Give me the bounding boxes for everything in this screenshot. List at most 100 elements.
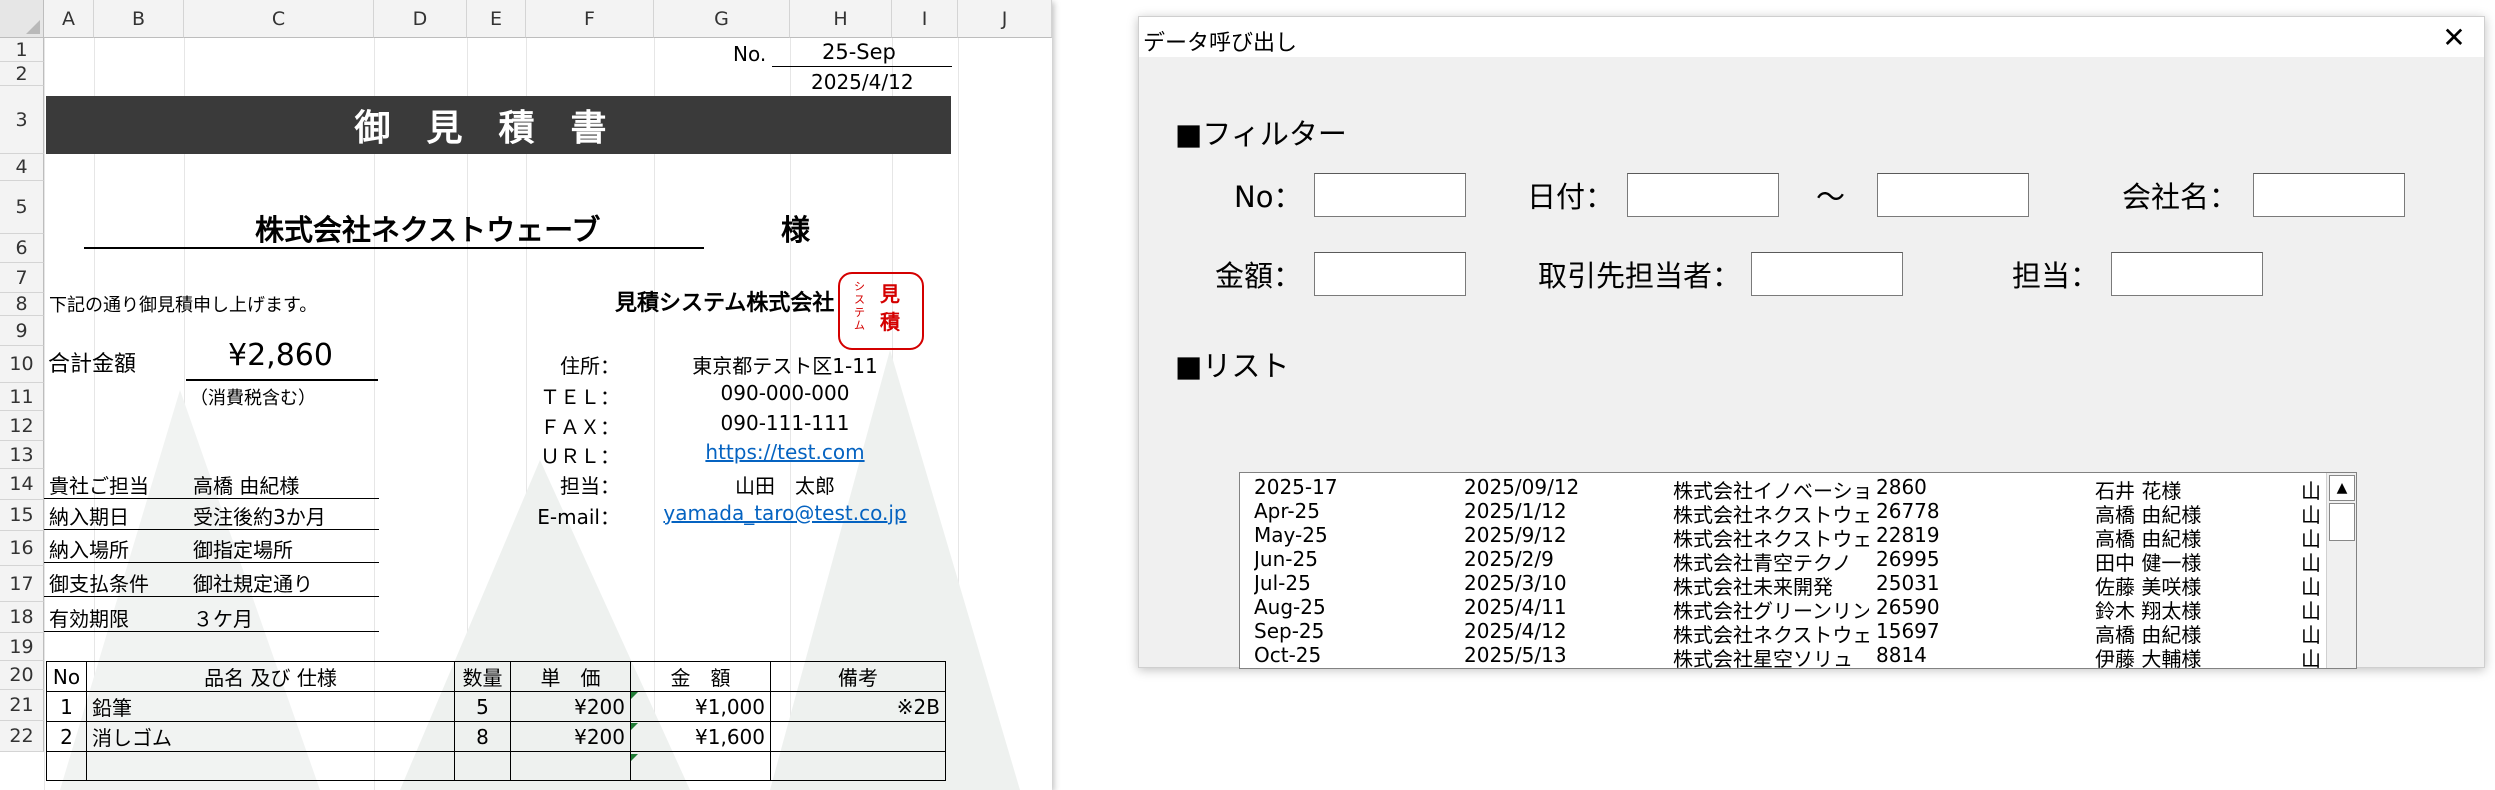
estimate-listbox[interactable]: 2025-17 2025/09/12 株式会社イノベーショ 2860 石井 花様山 Apr… xyxy=(1239,472,2357,669)
scroll-thumb[interactable] xyxy=(2329,503,2355,541)
empty-cell[interactable] xyxy=(46,751,87,781)
condition-value[interactable]: 受注後約3か月 xyxy=(193,501,326,530)
info-value: 山田 太郎 xyxy=(735,474,835,498)
row-header[interactable]: 3 xyxy=(0,86,44,154)
select-all-corner[interactable] xyxy=(0,0,44,38)
amount-label: 金額： xyxy=(1215,259,1303,293)
item-price-cell[interactable]: ¥200 xyxy=(510,721,631,752)
estimate-no-value[interactable]: 25-Sep xyxy=(822,40,896,64)
list-item[interactable]: Jun-25 2025/2/9 株式会社青空テクノ 26995 田中 健一様山 xyxy=(1240,547,2326,575)
list-item[interactable]: Oct-25 2025/5/13 株式会社星空ソリュ 8814 伊藤 大輔様 山 xyxy=(1240,643,2326,668)
row-header[interactable]: 8 xyxy=(0,293,44,316)
item-name-cell[interactable]: 消しゴム xyxy=(86,721,455,752)
url-link[interactable]: https://test.com xyxy=(660,440,910,464)
row-header[interactable]: 5 xyxy=(0,181,44,234)
list-no: Sep-25 xyxy=(1254,619,1325,643)
no-filter-input[interactable] xyxy=(1314,173,1466,217)
list-item[interactable]: Jul-25 2025/3/10 株式会社未来開発 25031 佐藤 美咲様山 xyxy=(1240,571,2326,599)
column-header[interactable]: I xyxy=(892,0,958,38)
amount-filter-input[interactable] xyxy=(1314,252,1466,296)
row-header[interactable]: 19 xyxy=(0,633,44,661)
row-header[interactable]: 17 xyxy=(0,566,44,602)
date-from-input[interactable] xyxy=(1627,173,1779,217)
table-header: 品名 及び 仕様 xyxy=(86,661,455,692)
list-no: Oct-25 xyxy=(1254,643,1322,667)
company-seal: システム 見積 xyxy=(838,272,924,350)
list-amount: 26778 xyxy=(1876,499,1940,523)
date-to-input[interactable] xyxy=(1877,173,2029,217)
listbox-scrollbar[interactable]: ▲ xyxy=(2326,473,2356,668)
column-header[interactable]: E xyxy=(467,0,526,38)
row-header[interactable]: 6 xyxy=(0,234,44,263)
list-amount: 22819 xyxy=(1876,523,1940,547)
item-no-cell[interactable]: 1 xyxy=(46,691,87,722)
item-no-cell[interactable]: 2 xyxy=(46,721,87,752)
condition-value[interactable]: 高橋 由紀様 xyxy=(193,470,299,499)
email-link[interactable]: yamada_taro@test.co.jp xyxy=(660,501,910,525)
close-icon[interactable]: ✕ xyxy=(2434,19,2474,55)
table-header: 数量 xyxy=(454,661,511,692)
date-range-tilde: ～ xyxy=(1816,180,1846,214)
estimate-no-label: No. xyxy=(733,42,767,66)
row-header[interactable]: 2 xyxy=(0,62,44,86)
customer-honorific: 様 xyxy=(781,213,811,247)
column-header[interactable]: H xyxy=(790,0,892,38)
condition-value[interactable]: 御社規定通り xyxy=(193,568,313,597)
list-date: 2025/1/12 xyxy=(1464,499,1567,523)
item-qty-cell[interactable]: 8 xyxy=(454,721,511,752)
empty-cell[interactable] xyxy=(630,751,771,781)
table-row xyxy=(46,751,946,781)
row-header[interactable]: 20 xyxy=(0,661,44,690)
item-note-cell[interactable]: ※2B xyxy=(770,691,946,722)
table-header: 金 額 xyxy=(630,661,771,692)
empty-cell[interactable] xyxy=(86,751,455,781)
item-name-cell[interactable]: 鉛筆 xyxy=(86,691,455,722)
intro-text: 下記の通り御見積申し上げます。 xyxy=(49,295,318,316)
list-item[interactable]: 2025-17 2025/09/12 株式会社イノベーショ 2860 石井 花様山 xyxy=(1240,475,2326,503)
column-header[interactable]: F xyxy=(526,0,654,38)
row-header[interactable]: 7 xyxy=(0,263,44,293)
info-label: ＴＥＬ： xyxy=(540,385,620,409)
company-name: 見積システム株式会社 xyxy=(615,291,835,316)
data-load-dialog: データ呼び出し ✕ ■フィルター No： 日付： ～ 会社名： 金額： 取引先担… xyxy=(1138,16,2485,669)
list-item[interactable]: Aug-25 2025/4/11 株式会社グリーンリン 26590 鈴木 翔太様山 xyxy=(1240,595,2326,623)
item-amount-cell[interactable]: ¥1,600 xyxy=(630,721,771,752)
item-note-cell[interactable] xyxy=(770,721,946,752)
customer-name[interactable]: 株式会社ネクストウェーブ xyxy=(255,207,600,249)
list-item[interactable]: May-25 2025/9/12 株式会社ネクストウェ 22819 高橋 由紀様山 xyxy=(1240,523,2326,551)
row-header[interactable]: 21 xyxy=(0,690,44,721)
company-filter-input[interactable] xyxy=(2253,173,2405,217)
condition-value[interactable]: ３ケ月 xyxy=(193,603,253,632)
row-header[interactable]: 1 xyxy=(0,38,44,62)
row-header[interactable]: 18 xyxy=(0,602,44,633)
item-amount-cell[interactable]: ¥1,000 xyxy=(630,691,771,722)
list-date: 2025/09/12 xyxy=(1464,475,1580,499)
table-header: 単 価 xyxy=(510,661,631,692)
empty-cell[interactable] xyxy=(770,751,946,781)
condition-value[interactable]: 御指定場所 xyxy=(193,534,293,563)
item-price-cell[interactable]: ¥200 xyxy=(510,691,631,722)
company-label: 会社名： xyxy=(2122,180,2239,214)
column-header[interactable]: G xyxy=(654,0,790,38)
row-header[interactable]: 4 xyxy=(0,154,44,181)
contact-filter-input[interactable] xyxy=(1751,252,1903,296)
empty-cell[interactable] xyxy=(510,751,631,781)
row-header[interactable]: 22 xyxy=(0,721,44,752)
list-item[interactable]: Apr-25 2025/1/12 株式会社ネクストウェ 26778 高橋 由紀様山 xyxy=(1240,499,2326,527)
item-qty-cell[interactable]: 5 xyxy=(454,691,511,722)
column-header[interactable]: D xyxy=(374,0,467,38)
row-header[interactable]: 16 xyxy=(0,531,44,566)
empty-cell[interactable] xyxy=(454,751,511,781)
column-header[interactable]: B xyxy=(94,0,184,38)
info-value: 東京都テスト区1-11 xyxy=(692,354,878,378)
scroll-up-icon[interactable]: ▲ xyxy=(2329,475,2355,501)
column-header[interactable]: A xyxy=(44,0,94,38)
column-header[interactable]: C xyxy=(184,0,374,38)
column-header[interactable]: J xyxy=(958,0,1052,38)
staff-filter-input[interactable] xyxy=(2111,252,2263,296)
estimate-spreadsheet: ABCDEFGHIJ 1 2 3 4 5 6 7 8 9 10 11 12 13 14 15 16 17 18 19… xyxy=(0,0,1052,790)
list-item[interactable]: Sep-25 2025/4/12 株式会社ネクストウェ 15697 高橋 由紀様山 xyxy=(1240,619,2326,647)
list-date: 2025/5/13 xyxy=(1464,643,1567,667)
row-header[interactable]: 9 xyxy=(0,316,44,346)
estimate-date[interactable]: 2025/4/12 xyxy=(811,70,914,94)
